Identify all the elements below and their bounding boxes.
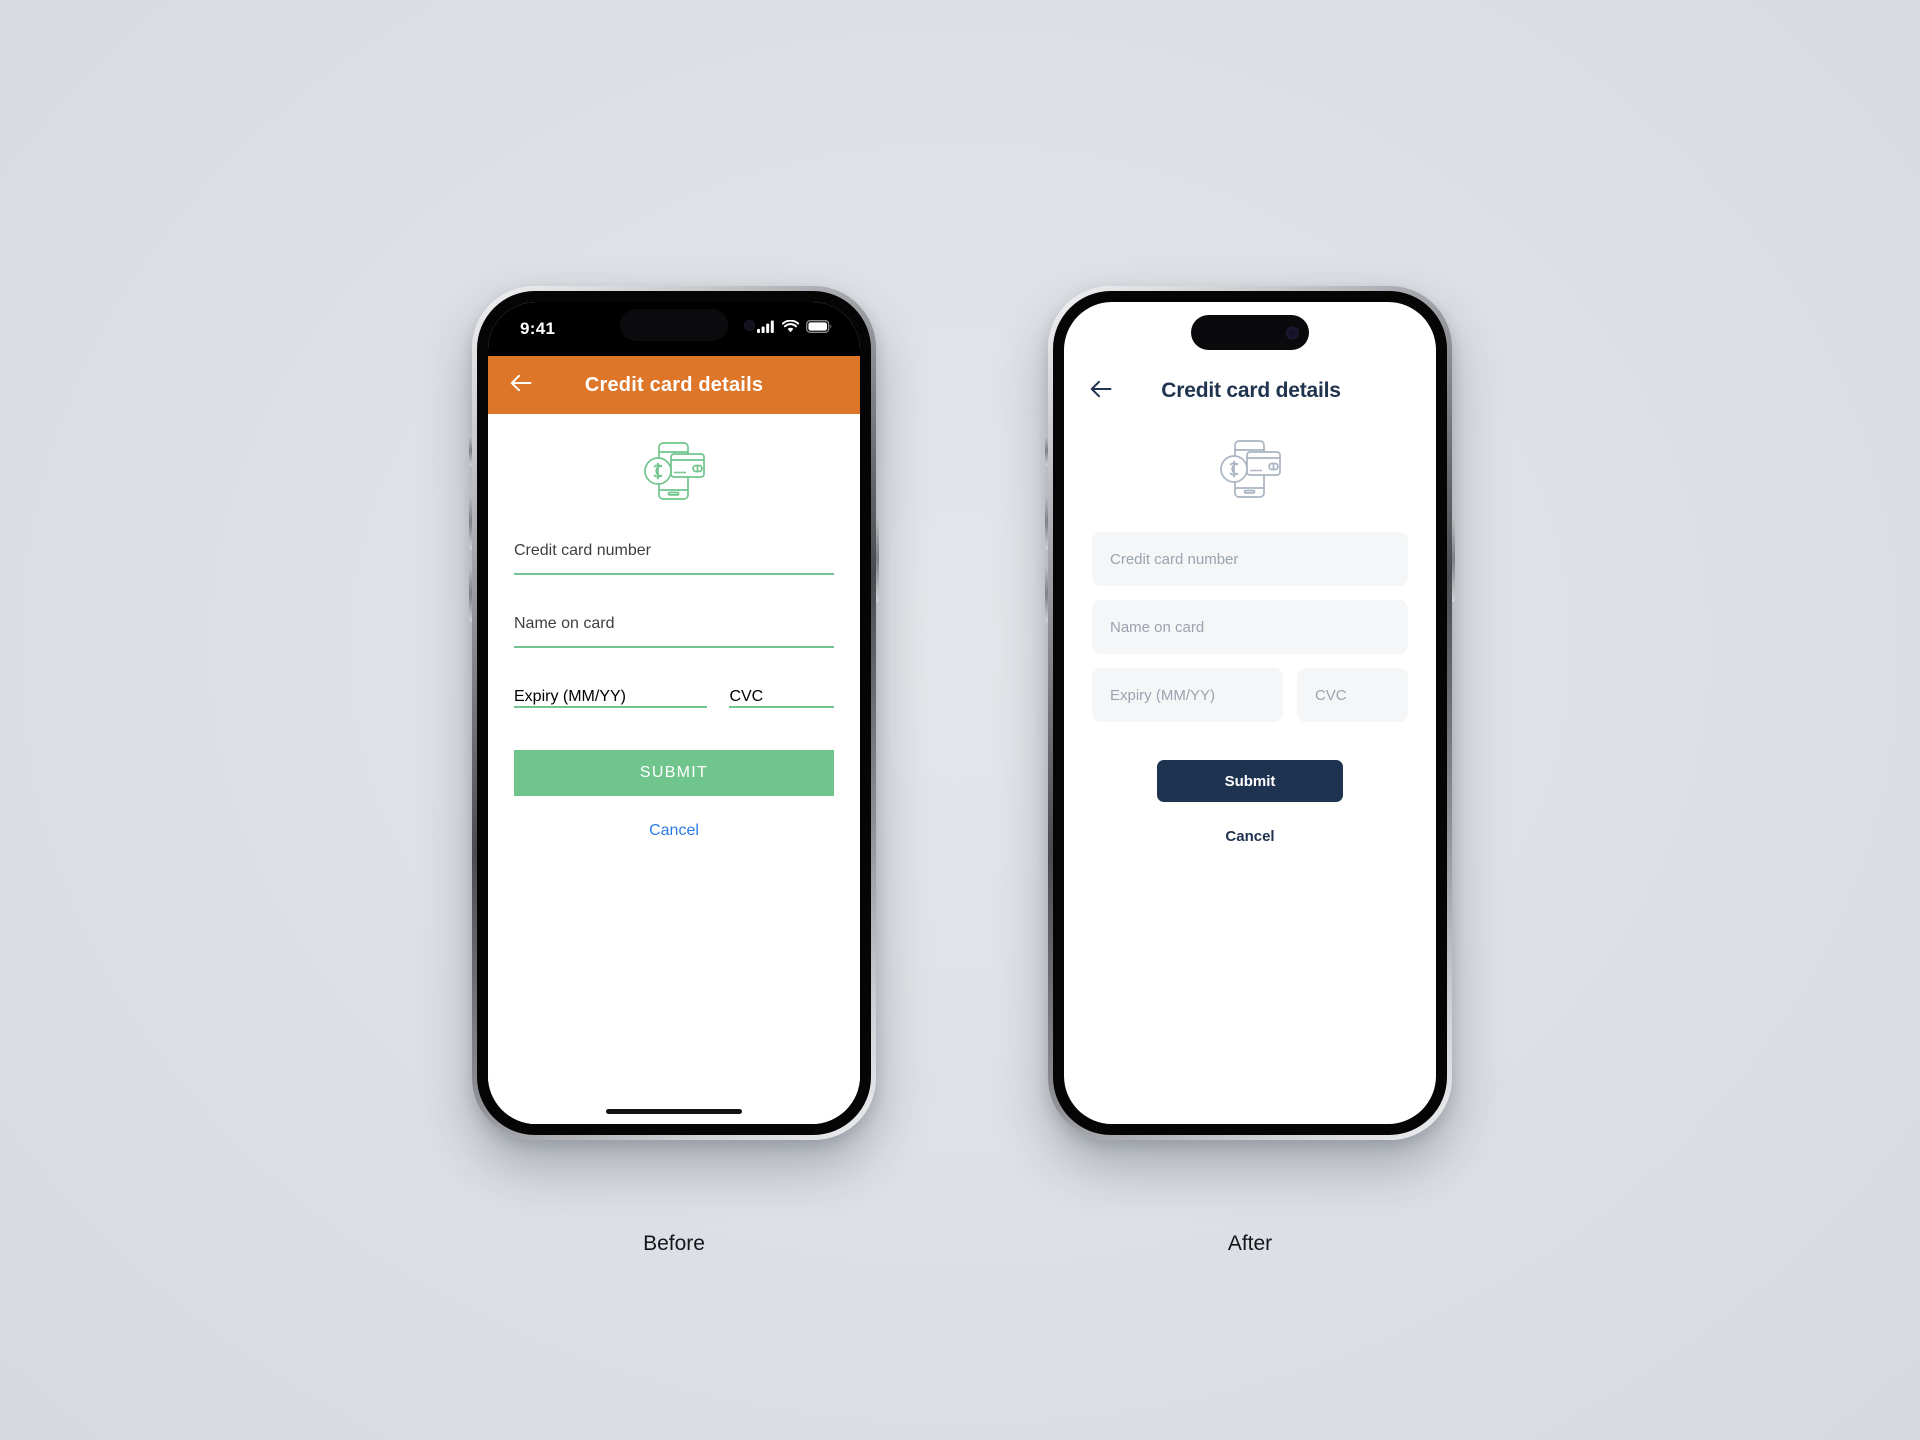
submit-button-before[interactable]: SUBMIT (514, 750, 834, 796)
card-payment-icon-before (514, 414, 834, 532)
phone-bezel-after: Credit card details Credit card number N… (1053, 291, 1447, 1135)
back-button-before[interactable] (504, 368, 538, 402)
phone-bezel-before: 9:41 Credit card details Credit card num… (477, 291, 871, 1135)
cellular-signal-icon (757, 320, 775, 338)
card-payment-icon-after (1092, 418, 1408, 532)
input-cvc-after[interactable]: CVC (1296, 668, 1408, 722)
status-bar-time: 9:41 (520, 319, 556, 338)
page-title-after: Credit card details (1161, 379, 1341, 402)
notch (620, 309, 728, 341)
phone-screen-after: Credit card details Credit card number N… (1064, 302, 1436, 1124)
phone-mockup-after: Credit card details Credit card number N… (1045, 286, 1455, 1140)
home-indicator-before[interactable] (606, 1109, 742, 1114)
field-cvc-before[interactable]: CVC (729, 688, 834, 708)
field-label: CVC (729, 688, 764, 705)
mute-switch[interactable] (1045, 436, 1048, 466)
cancel-link-after[interactable]: Cancel (1092, 828, 1408, 845)
field-underline (514, 706, 708, 708)
status-bar-before: 9:41 (488, 302, 860, 356)
cancel-link-before[interactable]: Cancel (514, 822, 834, 840)
input-expiry-after[interactable]: Expiry (MM/YY) (1092, 668, 1283, 722)
form-after: Credit card number Name on card Expiry (… (1064, 418, 1436, 1124)
volume-down-button[interactable] (1045, 566, 1048, 622)
phone-screen-before: 9:41 Credit card details Credit card num… (488, 302, 860, 1124)
volume-up-button[interactable] (469, 494, 472, 550)
volume-down-button[interactable] (469, 566, 472, 622)
app-bar-before: Credit card details (488, 356, 860, 414)
phone-mockup-before: 9:41 Credit card details Credit card num… (469, 286, 879, 1140)
wifi-icon (781, 319, 800, 338)
form-before: Credit card number Name on card Expiry (… (488, 414, 860, 1124)
field-expiry-before[interactable]: Expiry (MM/YY) (514, 688, 708, 708)
power-button[interactable] (876, 516, 879, 602)
volume-up-button[interactable] (1045, 494, 1048, 550)
caption-before: Before (643, 1232, 705, 1255)
caption-after: After (1227, 1232, 1273, 1255)
submit-button-after[interactable]: Submit (1157, 760, 1343, 802)
dynamic-island (1191, 315, 1309, 350)
front-camera-icon (1286, 326, 1299, 339)
status-bar-icons (757, 319, 832, 338)
arrow-left-icon (510, 374, 532, 397)
field-label: Name on card (514, 615, 615, 632)
power-button[interactable] (1452, 516, 1455, 602)
field-underline (729, 706, 834, 708)
input-name-on-card-after[interactable]: Name on card (1092, 600, 1408, 654)
back-button-after[interactable] (1084, 374, 1118, 408)
expiry-cvc-row-after: Expiry (MM/YY) CVC (1092, 668, 1408, 722)
app-bar-after: Credit card details (1064, 364, 1436, 418)
page-title-before: Credit card details (584, 373, 764, 396)
field-credit-card-number-before[interactable]: Credit card number (514, 532, 834, 575)
battery-icon (806, 320, 832, 338)
expiry-cvc-row-before: Expiry (MM/YY) CVC (514, 678, 834, 708)
mute-switch[interactable] (469, 436, 472, 466)
field-name-on-card-before[interactable]: Name on card (514, 605, 834, 648)
field-label: Expiry (MM/YY) (514, 688, 626, 705)
arrow-left-icon (1090, 380, 1112, 403)
comparison-stage: 9:41 Credit card details Credit card num… (0, 0, 1920, 1440)
input-credit-card-number-after[interactable]: Credit card number (1092, 532, 1408, 586)
field-label: Credit card number (514, 542, 651, 559)
front-camera-icon (744, 320, 755, 331)
